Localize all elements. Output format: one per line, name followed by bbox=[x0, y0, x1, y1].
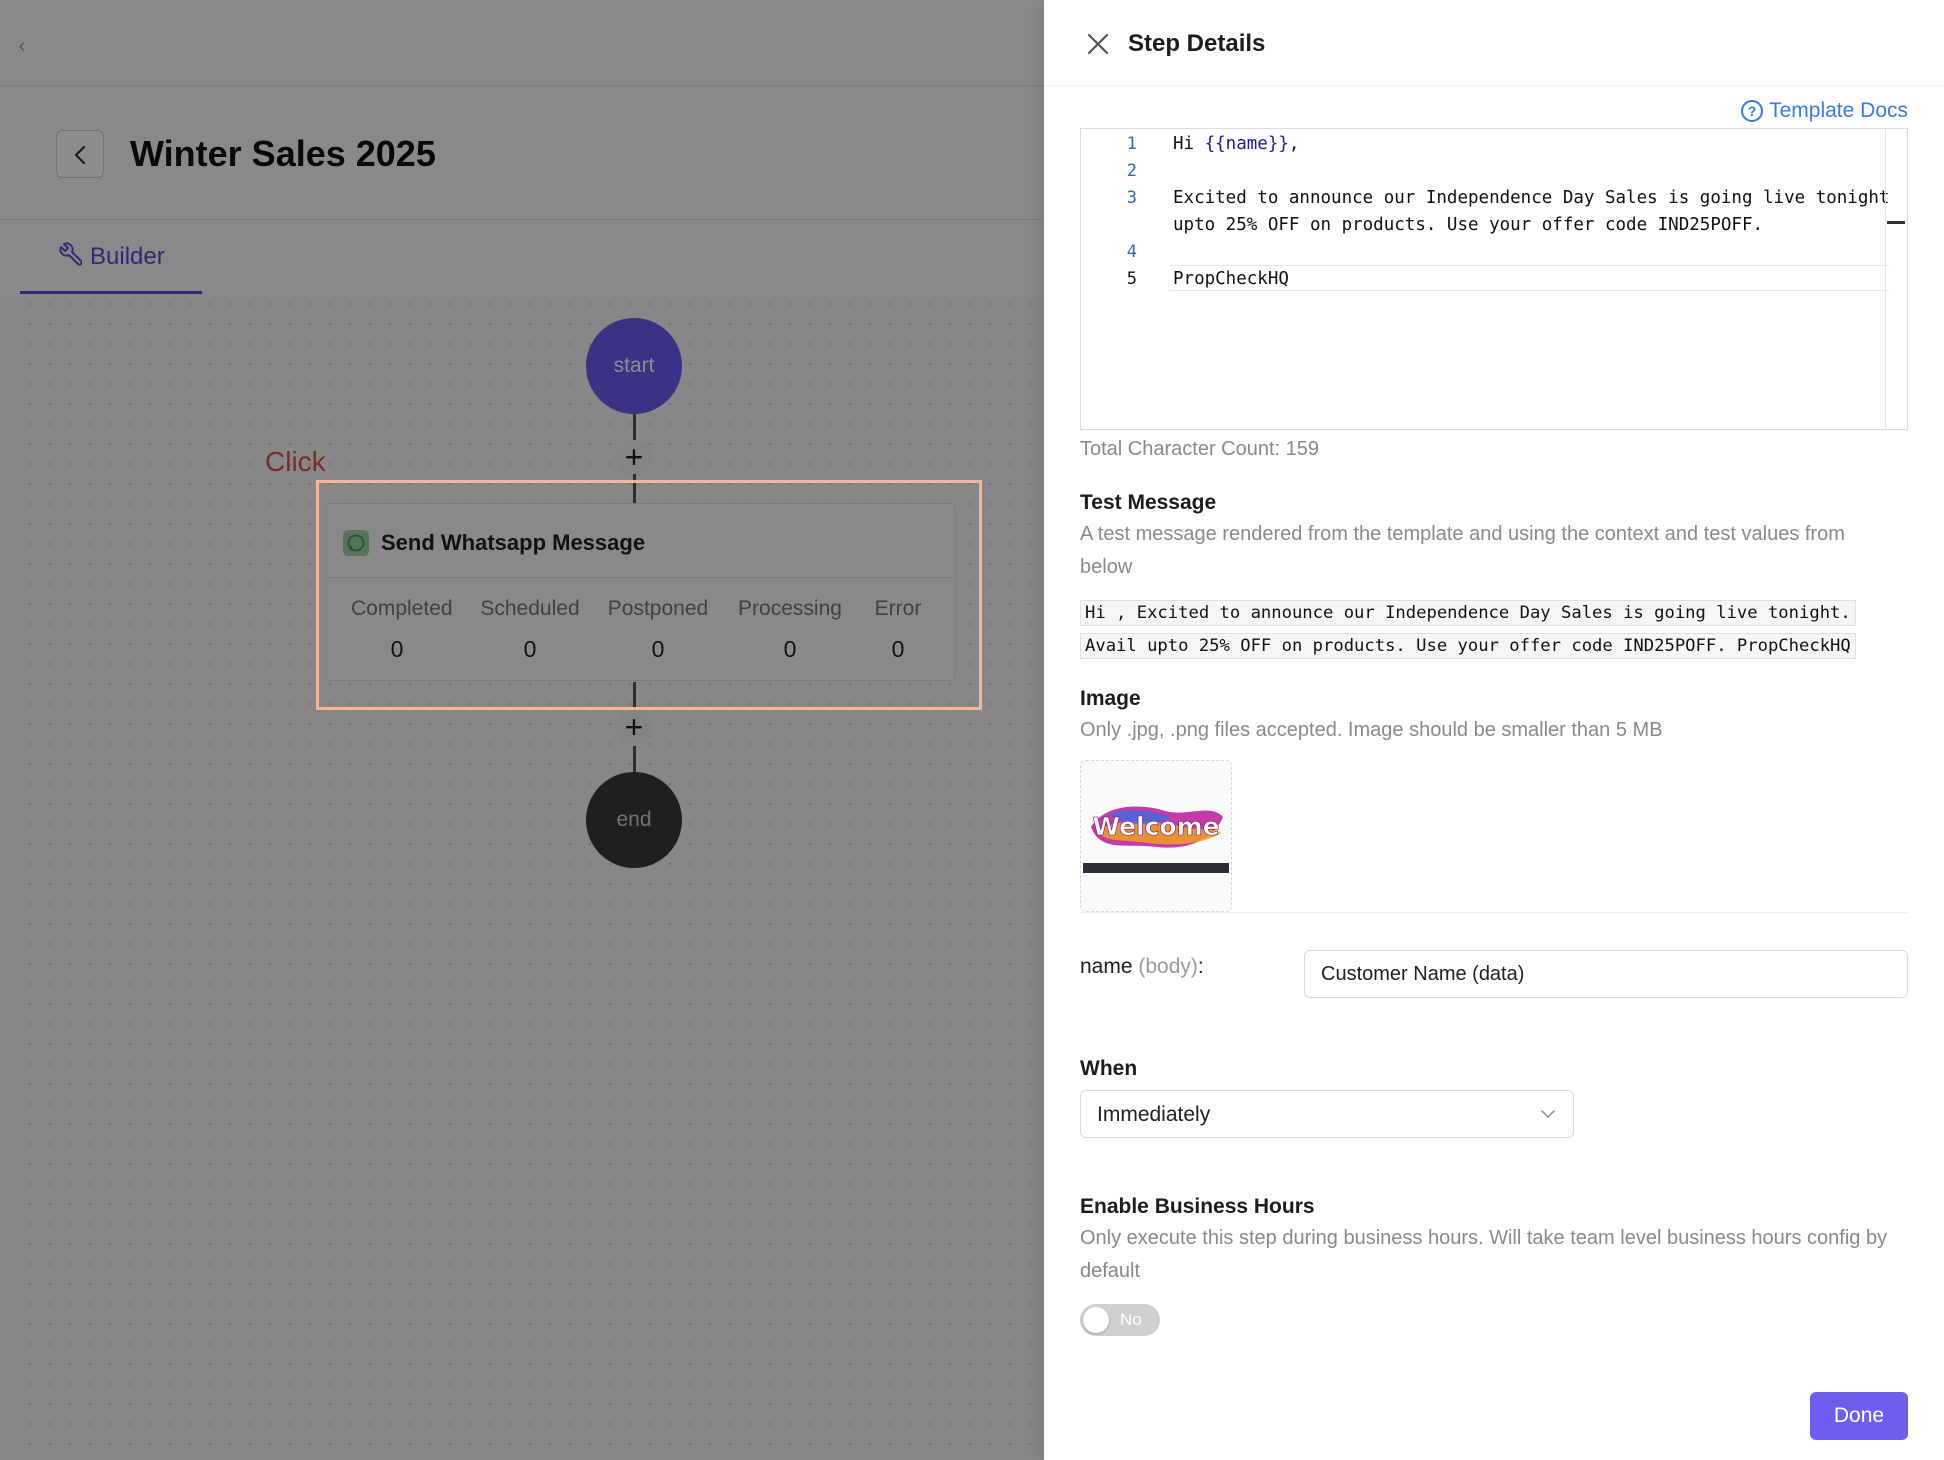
test-message-description: A test message rendered from the templat… bbox=[1080, 523, 1845, 578]
character-count: Total Character Count: 159 bbox=[1080, 438, 1320, 460]
toggle-knob bbox=[1083, 1307, 1109, 1333]
business-hours-label: Enable Business Hours bbox=[1080, 1195, 1315, 1218]
builder-area: ‹ Winter Sales 2025 Builder start + Clic… bbox=[0, 0, 1044, 1460]
drawer-header: Step Details bbox=[1044, 0, 1944, 86]
template-docs-link[interactable]: ? Template Docs bbox=[1741, 98, 1908, 124]
chevron-down-icon bbox=[1541, 1110, 1555, 1118]
line-number: 2 bbox=[1126, 161, 1137, 181]
when-select[interactable]: Immediately bbox=[1080, 1090, 1574, 1138]
template-docs-label: Template Docs bbox=[1769, 99, 1908, 122]
business-hours-toggle[interactable]: No bbox=[1080, 1304, 1160, 1336]
click-highlight-box bbox=[316, 480, 982, 710]
line-number: 1 bbox=[1126, 134, 1137, 154]
code-text: , bbox=[1288, 134, 1300, 154]
editor-scrollbar[interactable] bbox=[1885, 129, 1907, 429]
when-selected-value: Immediately bbox=[1097, 1103, 1211, 1126]
close-icon[interactable] bbox=[1084, 30, 1112, 58]
image-thumbnail[interactable]: Welcome bbox=[1080, 760, 1232, 912]
line-number: 5 bbox=[1126, 269, 1137, 289]
done-button[interactable]: Done bbox=[1810, 1392, 1908, 1440]
welcome-image: Welcome bbox=[1091, 806, 1223, 848]
image-footer-bar bbox=[1083, 863, 1229, 873]
test-message-label: Test Message bbox=[1080, 491, 1217, 514]
line-number: 4 bbox=[1126, 242, 1137, 262]
name-label-text: name bbox=[1080, 955, 1133, 978]
template-editor[interactable]: 1 2 3 4 5 Hi {{name}}, Excited to announ… bbox=[1080, 128, 1908, 430]
code-line-3-wrap: upto 25% OFF on products. Use your offer… bbox=[1173, 215, 1764, 235]
image-description: Only .jpg, .png files accepted. Image sh… bbox=[1080, 719, 1663, 741]
code-text: Hi bbox=[1173, 134, 1205, 154]
welcome-image-text: Welcome bbox=[1092, 812, 1219, 841]
test-message-preview: Hi , Excited to announce our Independenc… bbox=[1080, 597, 1890, 663]
name-field-label: name (body): bbox=[1080, 954, 1204, 980]
toggle-label: No bbox=[1120, 1310, 1142, 1329]
scrollbar-marker bbox=[1887, 221, 1905, 224]
line-number: 3 bbox=[1126, 188, 1137, 208]
help-circle-icon: ? bbox=[1741, 100, 1764, 122]
divider bbox=[1080, 912, 1908, 913]
name-label-suffix: (body) bbox=[1138, 955, 1198, 978]
name-label-colon: : bbox=[1197, 955, 1204, 978]
step-details-drawer: Step Details ? Template Docs 1 2 3 4 5 Hi… bbox=[1044, 0, 1944, 1460]
code-line-3: Excited to announce our Independence Day… bbox=[1173, 188, 1890, 208]
rendered-message: Hi , Excited to announce our Independenc… bbox=[1080, 600, 1856, 659]
template-variable: {{name}} bbox=[1204, 134, 1289, 154]
name-variable-input[interactable] bbox=[1304, 950, 1908, 998]
drawer-title: Step Details bbox=[1128, 30, 1266, 57]
modal-overlay[interactable] bbox=[0, 0, 1044, 1460]
image-label: Image bbox=[1080, 687, 1141, 710]
code-line-1: Hi {{name}}, bbox=[1173, 133, 1299, 155]
business-hours-description: Only execute this step during business h… bbox=[1080, 1227, 1888, 1282]
when-label: When bbox=[1080, 1057, 1138, 1080]
code-line-5: PropCheckHQ bbox=[1173, 269, 1289, 289]
